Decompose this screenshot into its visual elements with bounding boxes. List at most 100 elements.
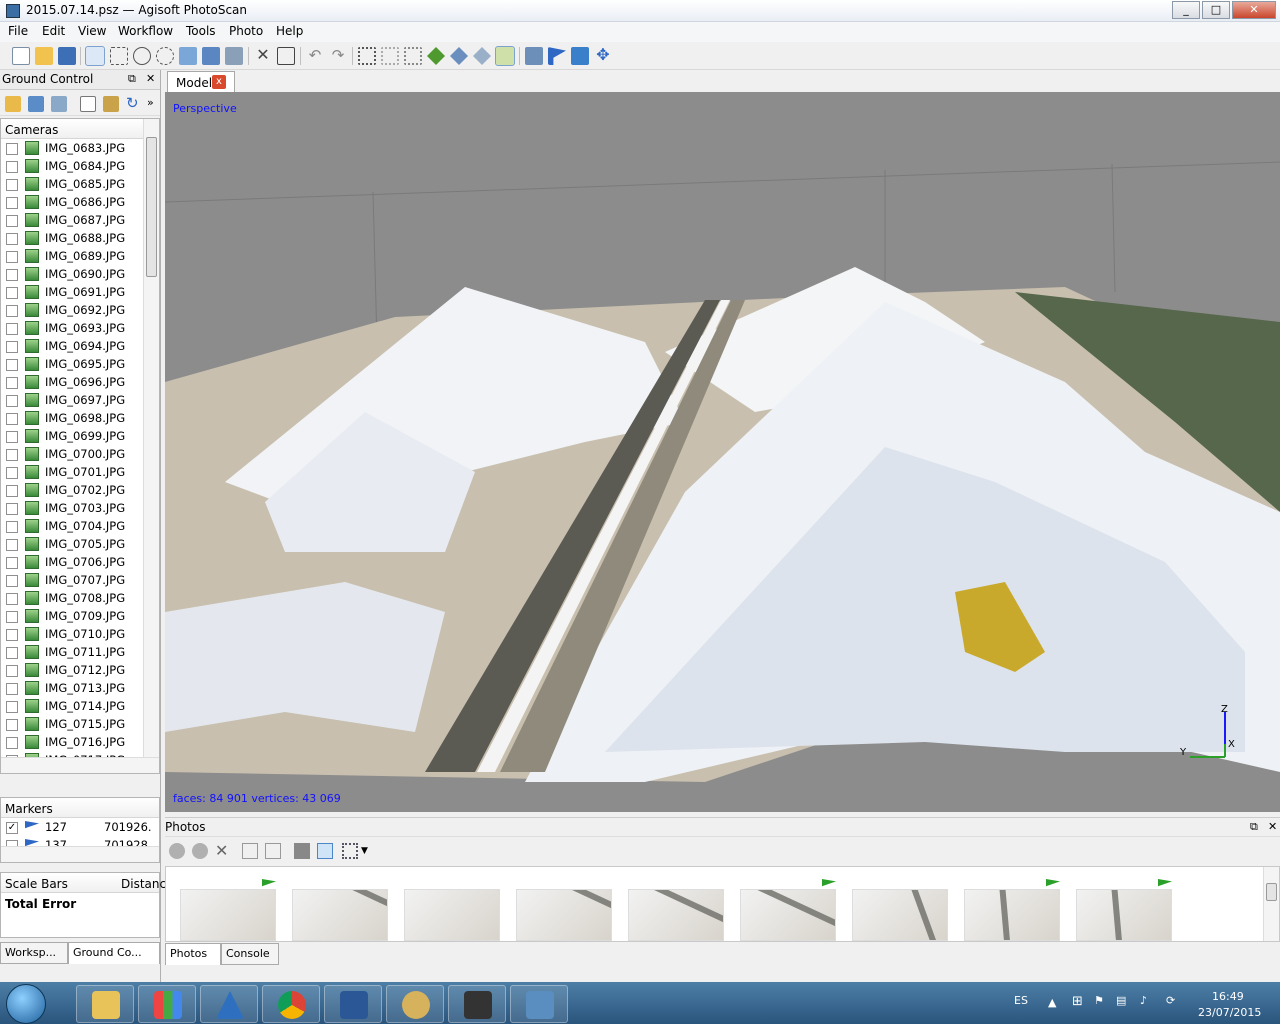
camera-checkbox[interactable] <box>6 503 18 515</box>
camera-checkbox[interactable] <box>6 539 18 551</box>
close-tab-icon[interactable]: x <box>212 75 226 89</box>
camera-row[interactable]: IMG_0686.JPG <box>1 193 159 211</box>
update-icon[interactable]: ↻ <box>126 96 142 112</box>
circle-selection-icon[interactable] <box>133 47 151 65</box>
markers-column-header[interactable]: Markers <box>1 798 159 818</box>
camera-checkbox[interactable] <box>6 143 18 155</box>
open-folder-icon[interactable] <box>35 47 53 65</box>
save-icon[interactable] <box>58 47 76 65</box>
scroll-thumb[interactable] <box>146 137 157 277</box>
mesh-selection-icon[interactable] <box>202 47 220 65</box>
save-markers-icon[interactable] <box>51 96 67 112</box>
camera-row[interactable]: IMG_0715.JPG <box>1 715 159 733</box>
paint-task-button[interactable] <box>386 985 444 1023</box>
cameras-column-header[interactable]: Cameras <box>1 119 159 139</box>
camera-checkbox[interactable] <box>6 611 18 623</box>
delete-selection-icon[interactable]: ✕ <box>254 47 272 65</box>
remove-cameras-icon[interactable]: ✕ <box>215 843 231 859</box>
shaded-model-icon[interactable] <box>427 47 445 65</box>
apps-task-button[interactable] <box>138 985 196 1023</box>
camera-checkbox[interactable] <box>6 413 18 425</box>
camera-row[interactable]: IMG_0713.JPG <box>1 679 159 697</box>
camera-checkbox[interactable] <box>6 431 18 443</box>
menu-edit[interactable]: Edit <box>42 24 65 38</box>
photo-thumbnail[interactable] <box>628 889 724 941</box>
photoscan-task-button[interactable] <box>510 985 568 1023</box>
menu-workflow[interactable]: Workflow <box>118 24 173 38</box>
enable-cameras-icon[interactable] <box>169 843 185 859</box>
camera-checkbox[interactable] <box>6 647 18 659</box>
float-panel-icon[interactable]: ⧉ <box>128 72 136 86</box>
camera-row[interactable]: IMG_0712.JPG <box>1 661 159 679</box>
camera-row[interactable]: IMG_0703.JPG <box>1 499 159 517</box>
camera-row[interactable]: IMG_0696.JPG <box>1 373 159 391</box>
autocad-task-button[interactable] <box>200 985 258 1023</box>
camera-row[interactable]: IMG_0697.JPG <box>1 391 159 409</box>
camera-row[interactable]: IMG_0693.JPG <box>1 319 159 337</box>
crop-selection-icon[interactable] <box>277 47 295 65</box>
rotate-left-icon[interactable] <box>242 843 258 859</box>
rotate-object-icon[interactable] <box>225 47 243 65</box>
photo-thumbnail[interactable] <box>852 889 948 941</box>
show-region-icon[interactable] <box>571 47 589 65</box>
camera-row[interactable]: IMG_0705.JPG <box>1 535 159 553</box>
camera-checkbox[interactable] <box>6 287 18 299</box>
disable-cameras-icon[interactable] <box>192 843 208 859</box>
camera-checkbox[interactable] <box>6 719 18 731</box>
photo-thumbnail[interactable] <box>516 889 612 941</box>
free-form-selection-icon[interactable] <box>156 47 174 65</box>
close-panel-icon[interactable]: ✕ <box>146 72 155 85</box>
camera-row[interactable]: IMG_0701.JPG <box>1 463 159 481</box>
textured-model-icon[interactable] <box>495 46 515 66</box>
view-dropdown-icon[interactable]: ▼ <box>361 843 377 859</box>
camera-checkbox[interactable] <box>6 233 18 245</box>
marker-row[interactable]: 137 701928. <box>1 836 159 846</box>
tab-model[interactable]: Model x <box>167 71 235 92</box>
camera-checkbox[interactable] <box>6 629 18 641</box>
wireframe-icon[interactable] <box>404 47 422 65</box>
cameras-horizontal-scrollbar[interactable] <box>1 757 159 773</box>
thumbnail-view-icon[interactable] <box>342 843 358 859</box>
photo-thumbnail[interactable] <box>180 889 276 941</box>
camera-checkbox[interactable] <box>6 305 18 317</box>
camera-row[interactable]: IMG_0714.JPG <box>1 697 159 715</box>
show-cameras-icon[interactable] <box>525 47 543 65</box>
menu-help[interactable]: Help <box>276 24 303 38</box>
network-icon[interactable]: ▤ <box>1116 994 1126 1007</box>
more-chevron-icon[interactable]: » <box>147 96 163 112</box>
show-hidden-icons-icon[interactable]: ▲ <box>1048 996 1056 1009</box>
minimize-button[interactable]: _ <box>1172 1 1200 19</box>
navigation-pointer-icon[interactable] <box>85 46 105 66</box>
camera-row[interactable]: IMG_0700.JPG <box>1 445 159 463</box>
photos-vertical-scrollbar[interactable] <box>1263 867 1279 941</box>
reset-filter-icon[interactable] <box>317 843 333 859</box>
camera-checkbox[interactable] <box>6 161 18 173</box>
word-task-button[interactable] <box>324 985 382 1023</box>
restore-button[interactable]: □ <box>1202 1 1230 19</box>
close-button[interactable]: ✕ <box>1232 1 1276 19</box>
import-icon[interactable] <box>5 96 21 112</box>
camera-checkbox[interactable] <box>6 485 18 497</box>
scale-bars-column-header[interactable]: Scale Bars Distanc <box>1 873 166 893</box>
camera-row[interactable]: IMG_0692.JPG <box>1 301 159 319</box>
camera-checkbox[interactable] <box>6 395 18 407</box>
close-panel-icon[interactable]: ✕ <box>1268 820 1277 833</box>
camera-checkbox[interactable] <box>6 467 18 479</box>
cameras-vertical-scrollbar[interactable] <box>143 119 159 773</box>
camera-checkbox[interactable] <box>6 665 18 677</box>
camera-row[interactable]: IMG_0704.JPG <box>1 517 159 535</box>
camera-row[interactable]: IMG_0684.JPG <box>1 157 159 175</box>
windows-flag-icon[interactable]: ⊞ <box>1072 994 1083 1009</box>
camera-row[interactable]: IMG_0685.JPG <box>1 175 159 193</box>
redo-icon[interactable]: ↷ <box>329 47 347 65</box>
camera-row[interactable]: IMG_0687.JPG <box>1 211 159 229</box>
map-task-button[interactable] <box>448 985 506 1023</box>
camera-checkbox[interactable] <box>6 251 18 263</box>
camera-row[interactable]: IMG_0706.JPG <box>1 553 159 571</box>
volume-icon[interactable]: ♪ <box>1140 994 1147 1007</box>
camera-checkbox[interactable] <box>6 557 18 569</box>
rotate-right-icon[interactable] <box>265 843 281 859</box>
camera-row[interactable]: IMG_0702.JPG <box>1 481 159 499</box>
camera-checkbox[interactable] <box>6 323 18 335</box>
dense-cloud-icon[interactable] <box>381 47 399 65</box>
